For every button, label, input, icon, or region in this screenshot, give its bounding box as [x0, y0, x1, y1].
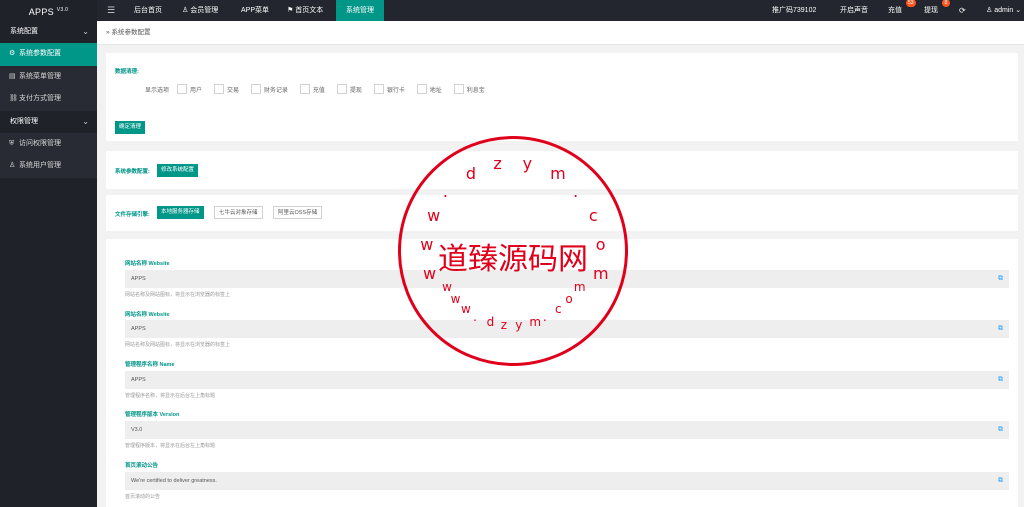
tab-home-text[interactable]: ⚑ 首页文本 [281, 0, 329, 21]
sidebar: APPS V3.0 系统配置 ⌄ ⚙ 系统参数配置 ▤ 系统菜单管理 ⛓支付方式管理… [0, 0, 97, 507]
tab-dashboard[interactable]: 后台首页 [128, 0, 168, 21]
shield-icon: ⛨ [9, 139, 15, 147]
announcement-input[interactable]: We're certified to deliver greatness. ⧉ [125, 472, 1009, 490]
checkbox-interest[interactable] [453, 84, 464, 94]
confirm-cleanup-button[interactable]: 确定清理 [115, 121, 146, 134]
sidebar-item-access-permissions[interactable]: ⛨ 访问权限管理 [0, 132, 97, 155]
app-version-input[interactable]: V3.0 ⧉ [125, 421, 1009, 439]
breadcrumb: » 系统参数配置 [97, 21, 1024, 45]
settings-form: 网站名称 Website APPS ⧉ 网站名称及网站图标，将显示在浏览器的标签上… [106, 239, 1018, 507]
storage-qiniu-button[interactable]: 七牛云对象存储 [214, 206, 263, 219]
tab-app-menu[interactable]: APP菜单 [235, 0, 275, 21]
checkbox-bank-card[interactable] [373, 84, 384, 94]
menu-toggle-icon[interactable]: ☰ [107, 0, 115, 21]
site-icon-input[interactable]: APPS ⧉ [125, 320, 1009, 338]
copy-icon[interactable]: ⧉ [998, 421, 1003, 439]
storage-label: 文件存储引擎: [115, 212, 150, 218]
field-hint: 网站名称及网站图标，将显示在浏览器的标签上 [125, 342, 231, 348]
app-logo[interactable]: APPS V3.0 [0, 0, 97, 21]
user-icon: ♙ [9, 162, 16, 169]
copy-icon[interactable]: ⧉ [998, 371, 1003, 389]
checkbox-users[interactable] [176, 84, 187, 94]
field-label-app-version: 管理程序版本 Version [125, 412, 180, 418]
field-hint: 管理程序版本，将显示在后台左上角标题 [125, 443, 216, 449]
checkbox-recharge[interactable] [299, 84, 310, 94]
breadcrumb-separator-icon: » [106, 29, 110, 36]
copy-icon[interactable]: ⧉ [998, 270, 1003, 288]
cleanup-options: 显示选项 用户 交易 财务记录 充值 提现 银行卡 地址 利息宝 [145, 84, 495, 94]
storage-local-button[interactable]: 本地服务器存储 [157, 206, 204, 219]
field-label-site-name: 网站名称 Website [125, 261, 170, 267]
sound-toggle[interactable]: 开启声音 [840, 0, 868, 21]
storage-card: 文件存储引擎: 本地服务器存储 七牛云对象存储 阿里云OSS存储 [106, 195, 1018, 231]
cleanup-title: 数据清理: [115, 69, 139, 75]
field-hint: 管理程序名称，将显示在后台左上角标题 [125, 393, 216, 399]
checkbox-transactions[interactable] [213, 84, 224, 94]
sidebar-item-system-users[interactable]: ♙ 系统用户管理 [0, 155, 97, 178]
recharge-badge: 53 [906, 0, 916, 7]
storage-aliyun-button[interactable]: 阿里云OSS存储 [273, 206, 323, 219]
param-config-label: 系统参数配置: [115, 169, 150, 175]
copy-icon[interactable]: ⧉ [998, 472, 1003, 490]
field-label-app-name: 管理程序名称 Name [125, 362, 175, 368]
field-label-site-name-2: 网站名称 Website [125, 312, 170, 318]
param-config-card: 系统参数配置: 修改系统配置 [106, 151, 1018, 189]
refresh-icon[interactable]: ⟳ [959, 0, 966, 21]
display-options-label: 显示选项 [145, 87, 170, 94]
flag-icon: ⚑ [287, 7, 294, 14]
checkbox-withdraw[interactable] [336, 84, 347, 94]
field-hint: 网站名称及网站图标，将显示在浏览器的标签上 [125, 292, 231, 298]
tab-system-management[interactable]: 系统管理 [336, 0, 384, 21]
sidebar-group-permissions[interactable]: 权限管理 ⌄ [0, 111, 97, 133]
sidebar-group-system-config[interactable]: 系统配置 ⌄ [0, 21, 97, 43]
withdraw-badge: 8 [942, 0, 950, 7]
checkbox-address[interactable] [416, 84, 427, 94]
copy-icon[interactable]: ⧉ [998, 320, 1003, 338]
user-icon: ♙ [182, 7, 189, 14]
field-label-announcement: 首页滚动公告 [125, 463, 159, 469]
promo-code: 推广码739102 [772, 7, 817, 14]
link-icon: ⛓ [9, 95, 18, 102]
site-name-input[interactable]: APPS ⧉ [125, 270, 1009, 288]
chevron-down-icon: ⌄ [82, 116, 89, 126]
sidebar-item-system-params[interactable]: ⚙ 系统参数配置 [0, 43, 97, 66]
chevron-down-icon: ⌄ [82, 27, 89, 36]
sidebar-item-system-menu[interactable]: ▤ 系统菜单管理 [0, 65, 97, 88]
top-bar: ☰ 后台首页 ♙ 会员管理 APP菜单 ⚑ 首页文本 系统管理 推广码739102 … [97, 0, 1024, 21]
sidebar-item-payment-methods[interactable]: ⛓支付方式管理 [0, 88, 97, 111]
cleanup-card: 数据清理: 显示选项 用户 交易 财务记录 充值 提现 银行卡 地址 利息宝 确… [106, 53, 1018, 141]
gear-icon: ⚙ [9, 50, 16, 57]
user-icon: ♙ [986, 7, 995, 14]
recharge-link[interactable]: 充值 53 [888, 0, 916, 21]
checkbox-finance-records[interactable] [250, 84, 261, 94]
list-icon: ▤ [9, 72, 16, 80]
chevron-down-icon: ⌄ [1015, 7, 1022, 14]
field-hint: 首页滚动的公告 [125, 494, 161, 500]
tab-members[interactable]: ♙ 会员管理 [176, 0, 224, 21]
withdraw-link[interactable]: 提现 8 [924, 0, 950, 21]
edit-config-button[interactable]: 修改系统配置 [157, 164, 199, 177]
app-name-input[interactable]: APPS ⧉ [125, 371, 1009, 389]
user-menu[interactable]: ♙ admin ⌄ [986, 0, 1021, 21]
